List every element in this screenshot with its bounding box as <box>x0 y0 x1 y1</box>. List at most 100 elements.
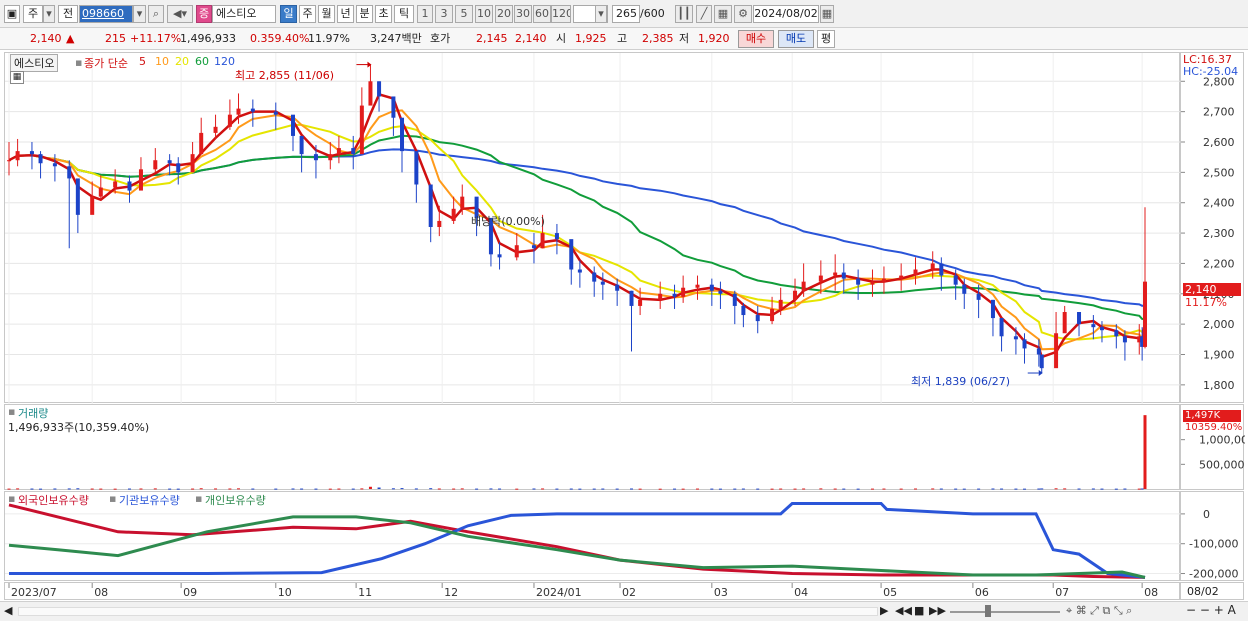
volume-bar <box>53 488 57 490</box>
stop-icon[interactable]: ■ <box>914 604 924 617</box>
date-axis-labels: 2023/07 08 09 10 11 12 2024/01 02 03 04 05 06 07 08 <box>8 583 1158 599</box>
stock-code-value: 098660 <box>82 7 124 20</box>
interval-120[interactable]: 120 <box>551 5 571 23</box>
interval-1[interactable]: 1 <box>417 5 433 23</box>
interval-20[interactable]: 20 <box>495 5 513 23</box>
tab-week[interactable]: 주 <box>299 5 316 23</box>
candle-body <box>176 163 181 173</box>
zoom-slider[interactable] <box>950 611 1060 613</box>
search-icon[interactable]: ⌕ <box>148 5 164 23</box>
volume-bar <box>779 488 783 490</box>
interval-60[interactable]: 60 <box>533 5 551 23</box>
prev-label: 전 <box>62 7 74 20</box>
candle-body <box>167 160 172 164</box>
chart-tool-icons[interactable]: ⌖ ⌘ ⤢ ⧉ ⤡ ⌕ <box>1066 604 1132 618</box>
buy-button[interactable]: 매수 <box>738 30 774 48</box>
tab-day[interactable]: 일 <box>280 5 297 23</box>
grid-tool-icon[interactable]: ▦ <box>714 5 732 23</box>
stock-code-input[interactable]: 098660 <box>79 5 133 23</box>
scroll-right-icon[interactable]: ▶ <box>880 604 888 617</box>
code-dropdown-icon[interactable]: ▾ <box>133 5 146 23</box>
candle-body <box>818 275 823 282</box>
zoom-slider-thumb[interactable] <box>985 605 991 617</box>
interval-10[interactable]: 10 <box>475 5 493 23</box>
ma-line-10 <box>8 109 1146 351</box>
volume-bar <box>113 488 117 490</box>
holdings-chart[interactable] <box>5 492 1181 582</box>
candle-body <box>291 114 295 136</box>
volume-bar <box>962 488 966 490</box>
volume-bar <box>592 488 596 490</box>
candle-body <box>629 290 634 306</box>
volume-bar <box>770 488 774 490</box>
candle-body <box>377 81 382 97</box>
stock-name-field[interactable]: 에스티오 <box>212 5 276 23</box>
ma-line-5 <box>8 92 1147 359</box>
legend-stock-name[interactable]: 에스티오 <box>10 54 59 72</box>
tab-second[interactable]: 초 <box>375 5 392 23</box>
volume-bar <box>733 488 737 490</box>
volume-chart[interactable] <box>5 405 1181 491</box>
volume-bar <box>67 488 71 490</box>
interval-3[interactable]: 3 <box>435 5 453 23</box>
layout-icon[interactable]: ▣ <box>4 5 20 23</box>
speaker-icon[interactable]: ◀▾ <box>167 5 193 23</box>
sell-button[interactable]: 매도 <box>778 30 814 48</box>
tab-tick-label: 틱 <box>398 7 410 20</box>
high-label: 고 <box>617 32 628 45</box>
interval-1-label: 1 <box>421 7 429 20</box>
volume-bar <box>1000 488 1004 490</box>
candle-type-icon[interactable]: ┃┃ <box>675 5 693 23</box>
volume-bar <box>741 488 745 490</box>
eval-button[interactable]: 평 <box>817 30 835 48</box>
candle-body <box>414 151 419 185</box>
date-input[interactable]: 2024/08/02 <box>753 5 819 23</box>
candle-body <box>153 160 158 170</box>
quote-bar: 2,140 ▲ 215 +11.17% 1,496,933 0.359.40% … <box>0 28 1248 50</box>
tab-minute[interactable]: 분 <box>356 5 373 23</box>
candle-body <box>1013 336 1018 340</box>
volume-bar <box>475 488 479 490</box>
forward-icon[interactable]: ▶▶ <box>929 604 946 617</box>
draw-tool-icon[interactable]: ╱ <box>696 5 712 23</box>
current-price: 2,140 <box>30 32 62 45</box>
holdings-axis-ticks: 0 -100,000 -200,000 <box>1181 508 1238 581</box>
volume-bar <box>541 488 545 490</box>
volume-bar <box>251 488 255 490</box>
candle-body <box>1122 336 1127 343</box>
volume-bar <box>1063 488 1067 490</box>
date-label: 03 <box>714 586 728 599</box>
volume-bar <box>569 488 573 490</box>
prev-select[interactable]: 전 <box>58 5 78 23</box>
change-value: 215 <box>105 32 126 45</box>
scroll-left-icon[interactable]: ◀ <box>4 604 12 617</box>
volume-panel: ▪ 거래량 1,496,933주(10,359.40%) <box>4 404 1180 490</box>
custom-interval-dropdown-icon[interactable]: ▾ <box>595 5 607 23</box>
candle-body <box>709 284 714 291</box>
volume-bar <box>756 488 760 490</box>
volume-bar <box>30 488 34 490</box>
mode-select[interactable]: 주 <box>23 5 43 23</box>
candle-body <box>718 290 723 294</box>
price-chart[interactable] <box>5 53 1181 404</box>
volume-bar <box>1143 415 1147 489</box>
tab-tick[interactable]: 틱 <box>394 5 414 23</box>
calendar-icon[interactable]: ▦ <box>820 5 834 23</box>
rewind-icon[interactable]: ◀◀ <box>895 604 912 617</box>
interval-30[interactable]: 30 <box>514 5 532 23</box>
table-view-icon[interactable]: ▦ <box>10 71 24 84</box>
volume-bar <box>1040 488 1044 490</box>
zoom-controls[interactable]: − − + A <box>1186 603 1236 617</box>
settings-icon[interactable]: ⚙ <box>734 5 752 23</box>
price-axis: 1,8001,9002,0002,1002,2002,3002,4002,500… <box>1180 52 1244 403</box>
count-input[interactable]: 265 <box>612 5 640 23</box>
candle-body <box>899 275 904 279</box>
tab-year[interactable]: 년 <box>337 5 354 23</box>
candle-body <box>755 315 760 322</box>
interval-5[interactable]: 5 <box>455 5 473 23</box>
price-axis-label: 1,900 <box>1203 349 1235 362</box>
legend-ma5: 5 <box>139 55 146 68</box>
scroll-track[interactable] <box>18 607 878 616</box>
tab-month[interactable]: 월 <box>318 5 335 23</box>
mode-dropdown-icon[interactable]: ▾ <box>43 5 55 23</box>
